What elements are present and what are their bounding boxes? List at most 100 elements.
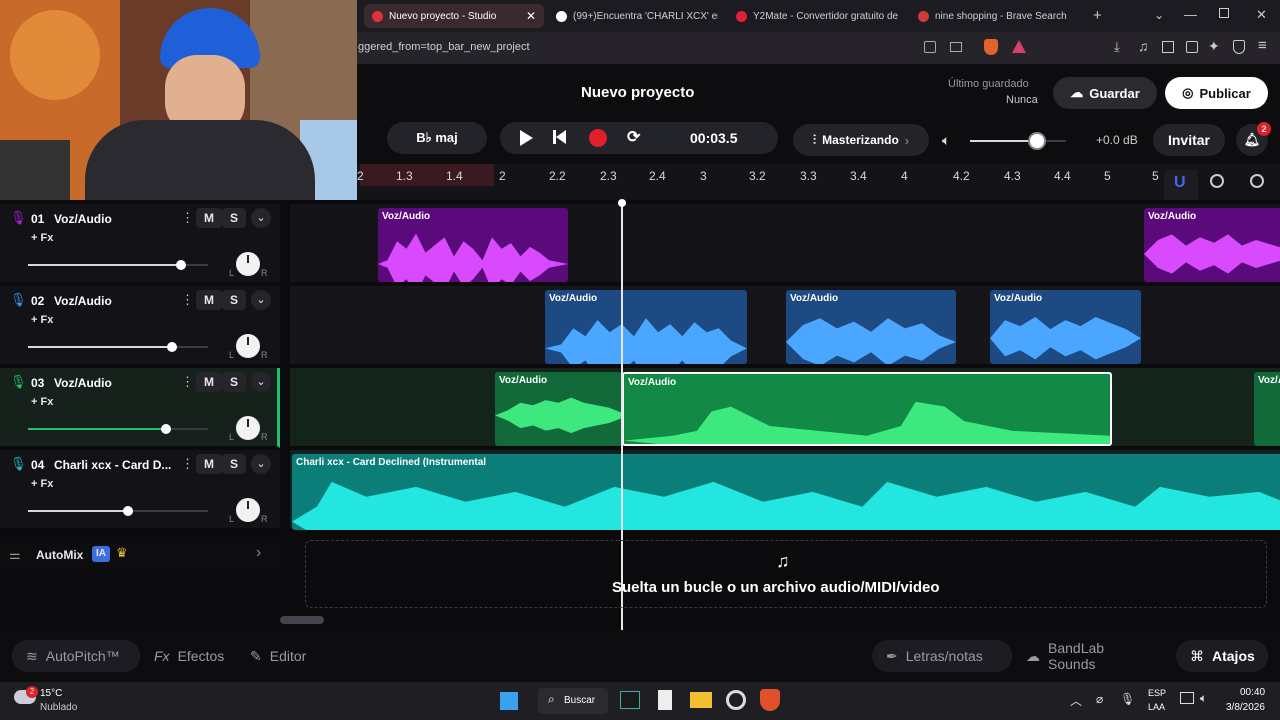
brave-browser-icon[interactable] bbox=[760, 689, 780, 711]
maximize-icon[interactable] bbox=[1219, 8, 1229, 18]
play-icon[interactable] bbox=[520, 130, 533, 146]
mute-button[interactable]: M bbox=[196, 290, 222, 310]
autopitch-button[interactable]: ≋ AutoPitch™ bbox=[12, 640, 140, 672]
clip[interactable]: Charli xcx - Card Declined (Instrumental bbox=[292, 454, 1280, 530]
track-header-01[interactable]: 🎙︎ 01 Voz/Audio ⋮ M S ⌄ + Fx L R bbox=[0, 204, 280, 284]
add-fx-button[interactable]: + Fx bbox=[31, 232, 53, 244]
new-tab-icon[interactable]: + bbox=[1093, 7, 1102, 24]
lane-4[interactable]: Charli xcx - Card Declined (Instrumental bbox=[290, 450, 1280, 530]
windows-start-icon[interactable] bbox=[500, 692, 518, 710]
bandlab-sounds-button[interactable]: ☁ BandLab Sounds bbox=[1012, 640, 1168, 672]
playhead-handle[interactable] bbox=[618, 199, 626, 207]
tab-y2mate[interactable]: Y2Mate - Convertidor gratuito de bbox=[728, 4, 898, 28]
pan-knob[interactable] bbox=[236, 498, 260, 522]
add-fx-button[interactable]: + Fx bbox=[31, 396, 53, 408]
mastering-button[interactable]: ⫶ Masterizando › bbox=[793, 124, 929, 156]
chevron-down-icon[interactable]: ⌄ bbox=[251, 454, 271, 474]
add-fx-button[interactable]: + Fx bbox=[31, 478, 53, 490]
tab-brave-search[interactable]: nine shopping - Brave Search bbox=[910, 4, 1080, 28]
shield-off-icon[interactable] bbox=[924, 41, 936, 53]
speaker-icon[interactable]: 🔈︎ bbox=[942, 132, 950, 149]
tab-tiktok[interactable]: (99+)Encuentra 'CHARLI XCX' en bbox=[548, 4, 718, 28]
vpn-icon[interactable] bbox=[1233, 40, 1245, 54]
tab-studio[interactable]: Nuevo proyecto - Studio ✕ bbox=[364, 4, 544, 28]
invite-button[interactable]: Invitar bbox=[1153, 124, 1225, 156]
track-name[interactable]: Voz/Audio bbox=[54, 294, 112, 308]
microphone-icon[interactable]: 🎙︎ bbox=[1120, 692, 1135, 706]
solo-button[interactable]: S bbox=[222, 454, 246, 474]
language-label[interactable]: ESP bbox=[1148, 688, 1166, 698]
system-tray-chevron-icon[interactable]: ︿ bbox=[1070, 692, 1082, 709]
master-volume-slider[interactable] bbox=[970, 132, 1066, 150]
app-icon[interactable] bbox=[726, 690, 746, 710]
clip[interactable]: Voz/Audio bbox=[545, 290, 747, 364]
solo-button[interactable]: S bbox=[222, 372, 246, 392]
track-volume-slider[interactable] bbox=[28, 342, 208, 352]
url-text[interactable]: ggered_from=top_bar_new_project bbox=[358, 41, 530, 53]
lane-1[interactable]: Voz/Audio Voz/Audio bbox=[290, 204, 1280, 284]
menu-icon[interactable]: ≡ bbox=[1258, 37, 1267, 54]
display-icon[interactable] bbox=[1180, 692, 1194, 704]
brave-shield-icon[interactable] bbox=[984, 39, 998, 55]
file-explorer-icon[interactable] bbox=[690, 692, 712, 708]
track-volume-slider[interactable] bbox=[28, 260, 208, 270]
download-icon[interactable]: ⤓ bbox=[1114, 39, 1120, 55]
automix-row[interactable]: ⚌ AutoMix IA ♛ › bbox=[0, 538, 280, 574]
solo-button[interactable]: S bbox=[222, 208, 246, 228]
clip[interactable]: Voz/Audio bbox=[786, 290, 956, 364]
chevron-down-icon[interactable]: ⌄ bbox=[251, 208, 271, 228]
track-volume-slider[interactable] bbox=[28, 424, 208, 434]
track-header-03[interactable]: 🎙︎ 03 Voz/Audio ⋮ M S ⌄ + Fx L R bbox=[0, 368, 280, 448]
mute-button[interactable]: M bbox=[196, 454, 222, 474]
document-app-icon[interactable] bbox=[658, 690, 672, 710]
editor-button[interactable]: ✎ Editor bbox=[236, 640, 326, 672]
leo-ai-icon[interactable]: ✦ bbox=[1208, 38, 1220, 55]
timeline-ruler[interactable]: 2 1.3 1.4 2 2.2 2.3 2.4 3 3.2 3.3 3.4 4 4.2 4.3 4.4 5 5 … bbox=[290, 164, 1280, 200]
chevron-down-icon[interactable]: ⌄ bbox=[251, 372, 271, 392]
chevron-right-icon[interactable]: › bbox=[256, 544, 261, 562]
project-title[interactable]: Nuevo proyecto bbox=[581, 84, 694, 101]
minimize-icon[interactable]: — bbox=[1184, 7, 1197, 22]
more-options-icon[interactable]: ⋮ bbox=[181, 456, 194, 472]
close-tab-icon[interactable]: ✕ bbox=[526, 9, 536, 23]
lyrics-button[interactable]: ✒ Letras/notas bbox=[872, 640, 1012, 672]
wallet-icon[interactable] bbox=[1186, 41, 1198, 53]
drop-zone[interactable]: ♫ Suelta un bucle o un archivo audio/MID… bbox=[305, 540, 1267, 608]
track-volume-slider[interactable] bbox=[28, 506, 208, 516]
more-options-icon[interactable]: ⋮ bbox=[181, 292, 194, 308]
terminal-app-icon[interactable] bbox=[620, 691, 640, 709]
clip[interactable]: Voz/Audio bbox=[1144, 208, 1280, 282]
pan-knob[interactable] bbox=[236, 416, 260, 440]
snap-magnet-icon[interactable]: U bbox=[1164, 170, 1198, 200]
mute-button[interactable]: M bbox=[196, 372, 222, 392]
selected-clip[interactable]: Voz/Audio bbox=[622, 372, 1112, 446]
more-options-icon[interactable]: ⋮ bbox=[181, 374, 194, 390]
chevron-down-icon[interactable]: ⌄ bbox=[251, 290, 271, 310]
solo-button[interactable]: S bbox=[222, 290, 246, 310]
pan-knob[interactable] bbox=[236, 334, 260, 358]
track-name[interactable]: Voz/Audio bbox=[54, 212, 112, 226]
add-fx-button[interactable]: + Fx bbox=[31, 314, 53, 326]
loop-icon[interactable]: ⟳ bbox=[627, 127, 640, 147]
network-off-icon[interactable]: ⌀ bbox=[1096, 692, 1103, 706]
volume-icon[interactable]: 🔈︎ bbox=[1200, 691, 1207, 706]
media-icon[interactable]: ♫ bbox=[1138, 38, 1149, 54]
effects-button[interactable]: Fx Efectos bbox=[140, 640, 236, 672]
track-header-04[interactable]: 🎙︎ 04 Charli xcx - Card D... ⋮ M S ⌄ + Fx L R bbox=[0, 450, 280, 530]
brave-rewards-icon[interactable] bbox=[1012, 40, 1026, 53]
clip[interactable]: Voz/Audio bbox=[990, 290, 1141, 364]
loop-region[interactable] bbox=[360, 164, 494, 186]
save-button[interactable]: ☁ Guardar bbox=[1053, 77, 1157, 109]
zoom-out-icon[interactable] bbox=[1210, 174, 1224, 188]
track-header-02[interactable]: 🎙︎ 02 Voz/Audio ⋮ M S ⌄ + Fx L R bbox=[0, 286, 280, 366]
key-selector[interactable]: B♭ maj bbox=[387, 122, 487, 154]
clip[interactable]: Voz/Audio bbox=[378, 208, 568, 282]
record-icon[interactable] bbox=[589, 129, 607, 147]
lane-3[interactable]: Voz/Audio Voz/Audio Voz/Audio bbox=[290, 368, 1280, 448]
shortcuts-button[interactable]: ⌘ Atajos bbox=[1176, 640, 1268, 672]
track-name[interactable]: Charli xcx - Card D... bbox=[54, 458, 171, 472]
horizontal-scrollbar[interactable] bbox=[280, 616, 324, 624]
cast-icon[interactable] bbox=[950, 42, 962, 52]
zoom-in-icon[interactable] bbox=[1250, 174, 1264, 188]
pan-knob[interactable] bbox=[236, 252, 260, 276]
